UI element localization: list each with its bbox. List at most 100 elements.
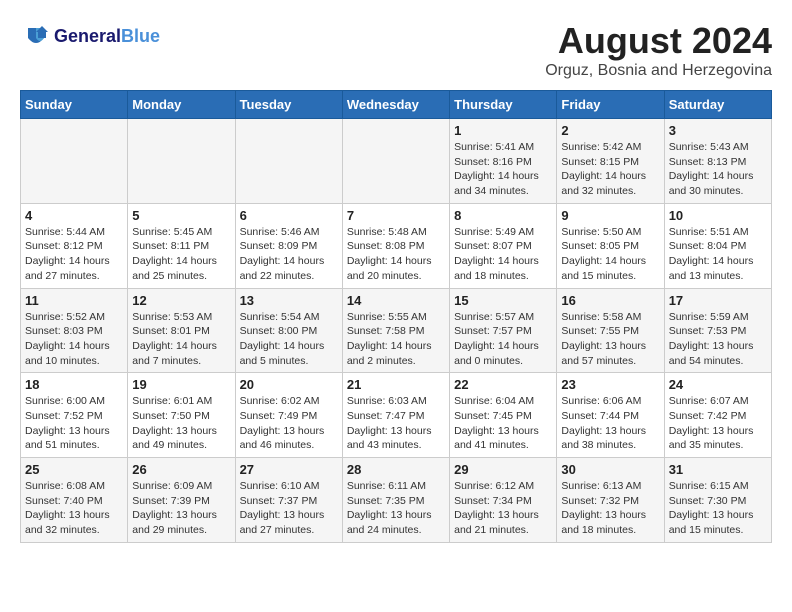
day-number: 28 xyxy=(347,462,445,477)
day-info: Sunrise: 5:55 AMSunset: 7:58 PMDaylight:… xyxy=(347,310,445,369)
calendar-cell: 22 Sunrise: 6:04 AMSunset: 7:45 PMDayligh… xyxy=(450,373,557,458)
calendar-cell: 27 Sunrise: 6:10 AMSunset: 7:37 PMDayligh… xyxy=(235,458,342,543)
day-info: Sunrise: 6:02 AMSunset: 7:49 PMDaylight:… xyxy=(240,394,338,453)
header: General Blue August 2024 Orguz, Bosnia a… xyxy=(20,20,772,80)
calendar-cell: 28 Sunrise: 6:11 AMSunset: 7:35 PMDayligh… xyxy=(342,458,449,543)
day-header-tuesday: Tuesday xyxy=(235,91,342,119)
day-info: Sunrise: 6:07 AMSunset: 7:42 PMDaylight:… xyxy=(669,394,767,453)
day-number: 14 xyxy=(347,293,445,308)
day-info: Sunrise: 5:43 AMSunset: 8:13 PMDaylight:… xyxy=(669,140,767,199)
day-info: Sunrise: 5:57 AMSunset: 7:57 PMDaylight:… xyxy=(454,310,552,369)
day-header-sunday: Sunday xyxy=(21,91,128,119)
calendar-cell: 2 Sunrise: 5:42 AMSunset: 8:15 PMDaylight… xyxy=(557,119,664,204)
day-info: Sunrise: 5:50 AMSunset: 8:05 PMDaylight:… xyxy=(561,225,659,284)
calendar-cell: 11 Sunrise: 5:52 AMSunset: 8:03 PMDayligh… xyxy=(21,288,128,373)
day-info: Sunrise: 5:53 AMSunset: 8:01 PMDaylight:… xyxy=(132,310,230,369)
calendar-cell xyxy=(342,119,449,204)
calendar-cell: 29Sunrise: 6:12 AMSunset: 7:34 PMDayligh… xyxy=(450,458,557,543)
day-info: Sunrise: 5:42 AMSunset: 8:15 PMDaylight:… xyxy=(561,140,659,199)
day-info: Sunrise: 6:13 AMSunset: 7:32 PMDaylight:… xyxy=(561,479,659,538)
day-number: 5 xyxy=(132,208,230,223)
day-header-friday: Friday xyxy=(557,91,664,119)
calendar-cell: 5Sunrise: 5:45 AMSunset: 8:11 PMDaylight… xyxy=(128,203,235,288)
day-info: Sunrise: 5:51 AMSunset: 8:04 PMDaylight:… xyxy=(669,225,767,284)
day-info: Sunrise: 6:03 AMSunset: 7:47 PMDaylight:… xyxy=(347,394,445,453)
calendar-cell: 12 Sunrise: 5:53 AMSunset: 8:01 PMDayligh… xyxy=(128,288,235,373)
calendar-cell: 16 Sunrise: 5:58 AMSunset: 7:55 PMDayligh… xyxy=(557,288,664,373)
calendar-cell: 6 Sunrise: 5:46 AMSunset: 8:09 PMDaylight… xyxy=(235,203,342,288)
day-number: 2 xyxy=(561,123,659,138)
day-info: Sunrise: 5:46 AMSunset: 8:09 PMDaylight:… xyxy=(240,225,338,284)
day-info: Sunrise: 6:11 AMSunset: 7:35 PMDaylight:… xyxy=(347,479,445,538)
calendar-cell: 1Sunrise: 5:41 AMSunset: 8:16 PMDaylight… xyxy=(450,119,557,204)
day-info: Sunrise: 5:58 AMSunset: 7:55 PMDaylight:… xyxy=(561,310,659,369)
calendar-cell: 15 Sunrise: 5:57 AMSunset: 7:57 PMDayligh… xyxy=(450,288,557,373)
day-header-wednesday: Wednesday xyxy=(342,91,449,119)
calendar-cell: 9Sunrise: 5:50 AMSunset: 8:05 PMDaylight… xyxy=(557,203,664,288)
day-number: 20 xyxy=(240,377,338,392)
day-number: 26 xyxy=(132,462,230,477)
day-number: 10 xyxy=(669,208,767,223)
calendar-cell: 13 Sunrise: 5:54 AMSunset: 8:00 PMDayligh… xyxy=(235,288,342,373)
logo: General Blue xyxy=(20,20,160,52)
calendar-cell: 21 Sunrise: 6:03 AMSunset: 7:47 PMDayligh… xyxy=(342,373,449,458)
day-number: 31 xyxy=(669,462,767,477)
calendar-cell: 7 Sunrise: 5:48 AMSunset: 8:08 PMDaylight… xyxy=(342,203,449,288)
logo-blue: Blue xyxy=(121,26,160,47)
day-number: 6 xyxy=(240,208,338,223)
page-title: August 2024 xyxy=(545,20,772,62)
day-number: 13 xyxy=(240,293,338,308)
day-number: 25 xyxy=(25,462,123,477)
day-info: Sunrise: 5:44 AMSunset: 8:12 PMDaylight:… xyxy=(25,225,123,284)
day-info: Sunrise: 5:48 AMSunset: 8:08 PMDaylight:… xyxy=(347,225,445,284)
calendar-cell xyxy=(235,119,342,204)
page-subtitle: Orguz, Bosnia and Herzegovina xyxy=(545,62,772,80)
calendar-cell: 10 Sunrise: 5:51 AMSunset: 8:04 PMDayligh… xyxy=(664,203,771,288)
calendar-cell: 19Sunrise: 6:01 AMSunset: 7:50 PMDayligh… xyxy=(128,373,235,458)
day-number: 17 xyxy=(669,293,767,308)
day-info: Sunrise: 6:09 AMSunset: 7:39 PMDaylight:… xyxy=(132,479,230,538)
day-number: 18 xyxy=(25,377,123,392)
calendar-cell: 20 Sunrise: 6:02 AMSunset: 7:49 PMDayligh… xyxy=(235,373,342,458)
calendar-cell: 24 Sunrise: 6:07 AMSunset: 7:42 PMDayligh… xyxy=(664,373,771,458)
day-number: 3 xyxy=(669,123,767,138)
day-info: Sunrise: 5:54 AMSunset: 8:00 PMDaylight:… xyxy=(240,310,338,369)
day-number: 24 xyxy=(669,377,767,392)
day-number: 12 xyxy=(132,293,230,308)
day-number: 22 xyxy=(454,377,552,392)
calendar-cell: 4 Sunrise: 5:44 AMSunset: 8:12 PMDaylight… xyxy=(21,203,128,288)
logo-icon xyxy=(20,20,52,52)
day-header-saturday: Saturday xyxy=(664,91,771,119)
calendar-cell: 14 Sunrise: 5:55 AMSunset: 7:58 PMDayligh… xyxy=(342,288,449,373)
day-header-thursday: Thursday xyxy=(450,91,557,119)
day-number: 21 xyxy=(347,377,445,392)
day-number: 15 xyxy=(454,293,552,308)
day-number: 19 xyxy=(132,377,230,392)
day-header-monday: Monday xyxy=(128,91,235,119)
calendar-cell: 30Sunrise: 6:13 AMSunset: 7:32 PMDayligh… xyxy=(557,458,664,543)
day-number: 27 xyxy=(240,462,338,477)
day-info: Sunrise: 6:08 AMSunset: 7:40 PMDaylight:… xyxy=(25,479,123,538)
day-number: 16 xyxy=(561,293,659,308)
calendar-cell: 31 Sunrise: 6:15 AMSunset: 7:30 PMDayligh… xyxy=(664,458,771,543)
calendar-cell: 23Sunrise: 6:06 AMSunset: 7:44 PMDayligh… xyxy=(557,373,664,458)
calendar-cell: 3 Sunrise: 5:43 AMSunset: 8:13 PMDaylight… xyxy=(664,119,771,204)
day-info: Sunrise: 6:10 AMSunset: 7:37 PMDaylight:… xyxy=(240,479,338,538)
calendar-cell: 26 Sunrise: 6:09 AMSunset: 7:39 PMDayligh… xyxy=(128,458,235,543)
day-info: Sunrise: 6:04 AMSunset: 7:45 PMDaylight:… xyxy=(454,394,552,453)
calendar-cell: 17 Sunrise: 5:59 AMSunset: 7:53 PMDayligh… xyxy=(664,288,771,373)
day-number: 7 xyxy=(347,208,445,223)
logo-general: General xyxy=(54,26,121,47)
day-info: Sunrise: 5:59 AMSunset: 7:53 PMDaylight:… xyxy=(669,310,767,369)
calendar-cell xyxy=(21,119,128,204)
day-number: 29 xyxy=(454,462,552,477)
day-number: 4 xyxy=(25,208,123,223)
calendar-cell: 18Sunrise: 6:00 AMSunset: 7:52 PMDayligh… xyxy=(21,373,128,458)
day-info: Sunrise: 6:15 AMSunset: 7:30 PMDaylight:… xyxy=(669,479,767,538)
day-number: 11 xyxy=(25,293,123,308)
calendar-table: SundayMondayTuesdayWednesdayThursdayFrid… xyxy=(20,90,772,543)
day-number: 8 xyxy=(454,208,552,223)
title-area: August 2024 Orguz, Bosnia and Herzegovin… xyxy=(545,20,772,80)
day-info: Sunrise: 6:06 AMSunset: 7:44 PMDaylight:… xyxy=(561,394,659,453)
day-info: Sunrise: 5:52 AMSunset: 8:03 PMDaylight:… xyxy=(25,310,123,369)
